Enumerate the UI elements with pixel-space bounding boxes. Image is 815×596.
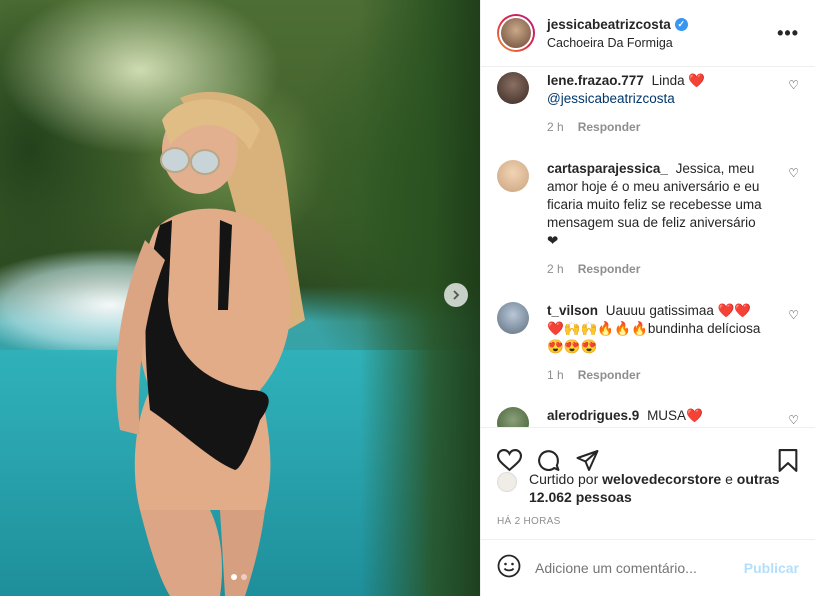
comment-item: t_vilson Uauuu gatissimaa ❤️❤️ ❤️🙌🙌🔥🔥🔥bu… (497, 302, 799, 384)
verified-badge-icon: ✓ (674, 17, 688, 31)
likes-joiner: e (725, 471, 733, 487)
comment-item: lene.frazao.777 Linda ❤️ @jessicabeatriz… (497, 72, 799, 136)
comment-heart-icon[interactable]: ♡ (788, 308, 799, 322)
comment-meta: 2 h Responder (547, 260, 762, 278)
commenter-avatar[interactable] (497, 72, 529, 104)
publish-button[interactable]: Publicar (744, 560, 799, 576)
comments-list[interactable]: lene.frazao.777 Linda ❤️ @jessicabeatriz… (481, 67, 815, 427)
comment-text: Linda ❤️ (651, 73, 706, 88)
comment-input[interactable] (535, 560, 744, 576)
post-timestamp[interactable]: HÁ 2 HORAS (497, 516, 561, 527)
commenter-avatar[interactable] (497, 407, 529, 427)
liker-username[interactable]: welovedecorstore (602, 471, 721, 487)
comment-meta: 2 h Responder (547, 118, 762, 136)
reply-button[interactable]: Responder (578, 366, 641, 384)
carousel-dot-active (231, 574, 237, 580)
comment-username[interactable]: t_vilson (547, 303, 598, 318)
likes-text: Curtido por welovedecorstore e outras 12… (529, 470, 789, 506)
comment-body: lene.frazao.777 Linda ❤️ @jessicabeatriz… (547, 72, 762, 136)
comment-body: alerodrigues.9 MUSA❤️ (547, 407, 762, 427)
carousel-dot (241, 574, 247, 580)
post-view: jessicabeatrizcosta ✓ Cachoeira Da Formi… (0, 0, 815, 596)
post-header: jessicabeatrizcosta ✓ Cachoeira Da Formi… (481, 0, 815, 67)
emoji-icon[interactable] (497, 554, 521, 583)
reply-button[interactable]: Responder (578, 118, 641, 136)
comment-text: MUSA❤️ (647, 408, 703, 423)
add-comment-bar: Publicar (481, 539, 815, 596)
post-location[interactable]: Cachoeira Da Formiga (547, 36, 777, 50)
comment-heart-icon[interactable]: ♡ (788, 78, 799, 92)
comment-body: t_vilson Uauuu gatissimaa ❤️❤️ ❤️🙌🙌🔥🔥🔥bu… (547, 302, 762, 384)
comment-item: alerodrigues.9 MUSA❤️ ♡ (497, 407, 799, 427)
carousel-dots (231, 574, 247, 580)
commenter-avatar[interactable] (497, 302, 529, 334)
author-username-row: jessicabeatrizcosta ✓ (547, 17, 777, 32)
comment-username[interactable]: alerodrigues.9 (547, 408, 639, 423)
header-text: jessicabeatrizcosta ✓ Cachoeira Da Formi… (547, 17, 777, 50)
comment-time: 1 h (547, 368, 564, 382)
comment-heart-icon[interactable]: ♡ (788, 166, 799, 180)
comment-time: 2 h (547, 120, 564, 134)
likes-summary: Curtido por welovedecorstore e outras 12… (497, 470, 789, 506)
commenter-avatar[interactable] (497, 160, 529, 192)
comment-meta: 1 h Responder (547, 366, 762, 384)
woman-figure (116, 91, 305, 596)
comment-username[interactable]: cartasparajessica_ (547, 161, 668, 176)
liker-avatar[interactable] (497, 472, 517, 492)
more-options-icon[interactable]: ••• (777, 23, 799, 44)
comment-username[interactable]: lene.frazao.777 (547, 73, 644, 88)
author-avatar[interactable] (497, 14, 535, 52)
likes-prefix: Curtido por (529, 471, 599, 487)
post-sidebar: jessicabeatrizcosta ✓ Cachoeira Da Formi… (480, 0, 815, 596)
comment-mention[interactable]: @jessicabeatrizcosta (547, 90, 762, 108)
comment-body: cartasparajessica_ Jessica, meu amor hoj… (547, 160, 762, 278)
comment-heart-icon[interactable]: ♡ (788, 413, 799, 427)
like-icon[interactable] (497, 449, 522, 472)
post-photo[interactable] (0, 0, 480, 596)
comment-time: 2 h (547, 262, 564, 276)
next-arrow-icon[interactable] (444, 283, 468, 307)
comment-item: cartasparajessica_ Jessica, meu amor hoj… (497, 160, 799, 278)
reply-button[interactable]: Responder (578, 260, 641, 278)
author-username[interactable]: jessicabeatrizcosta (547, 17, 671, 32)
share-icon[interactable] (575, 449, 600, 473)
